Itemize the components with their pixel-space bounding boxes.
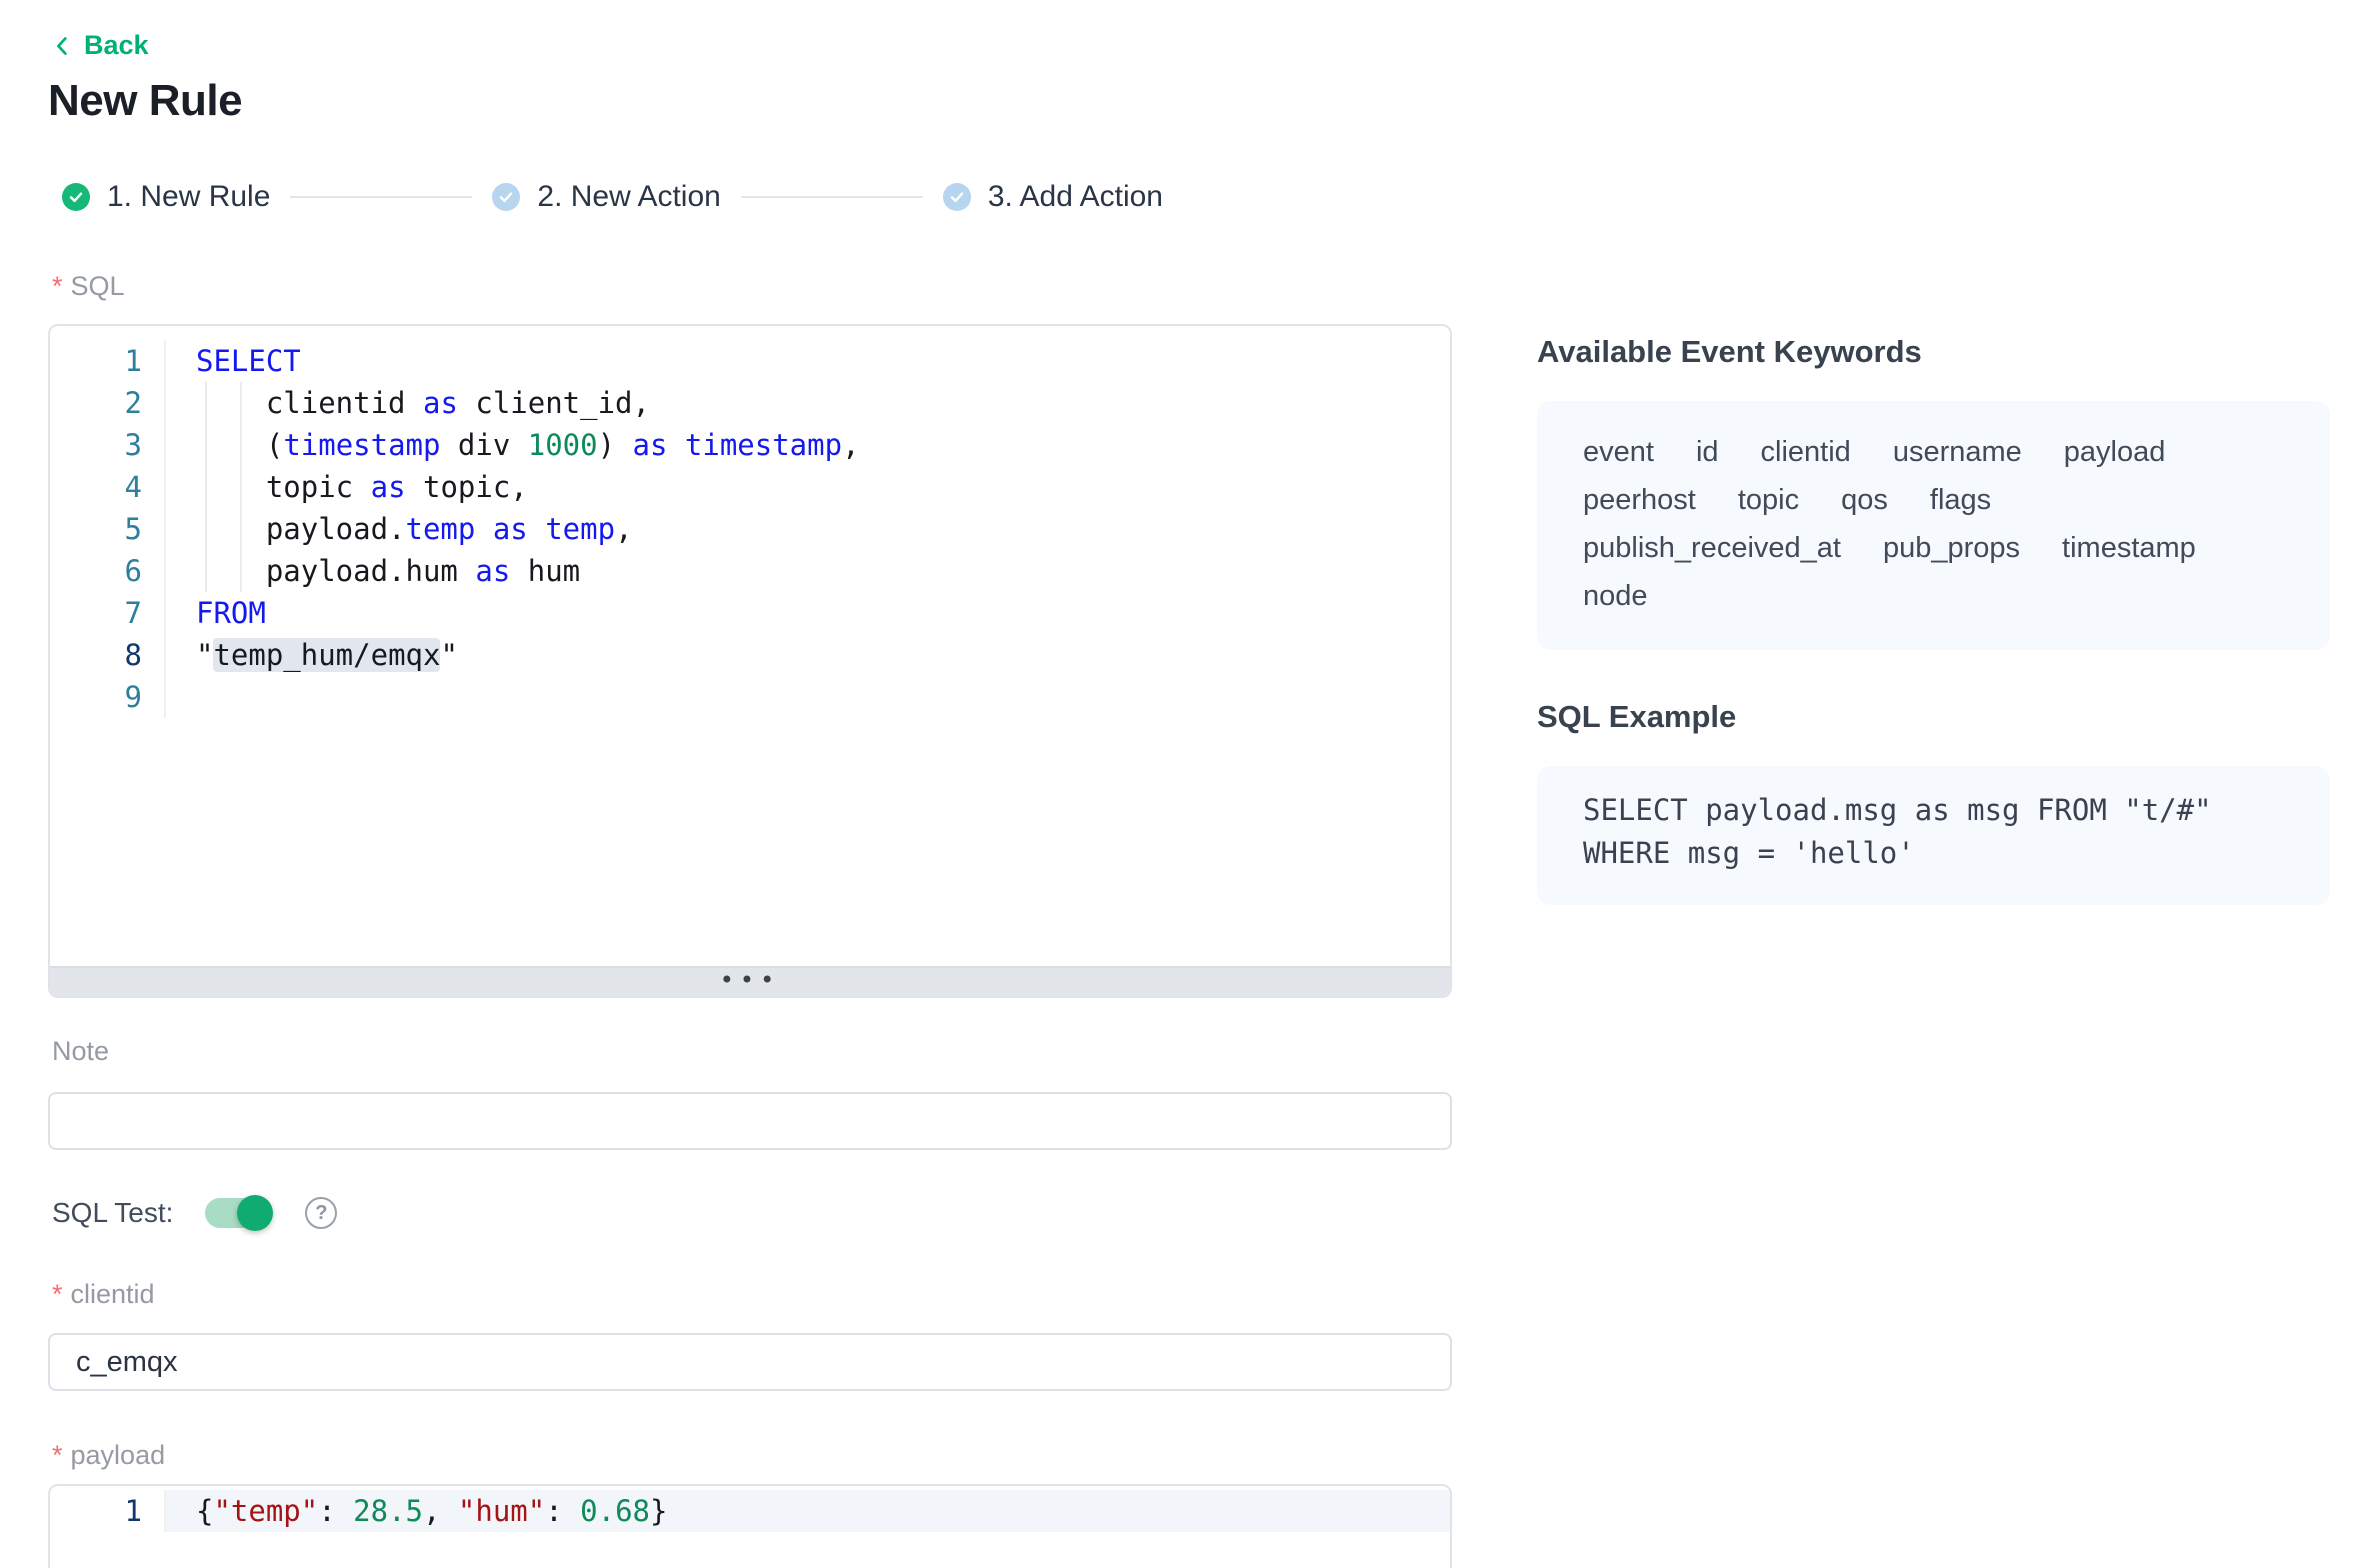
- stepper: 1. New Rule 2. New Action 3. Add Action: [62, 180, 1163, 214]
- indent-guide: [205, 382, 207, 592]
- payload-editor[interactable]: 1{"temp": 28.5, "hum": 0.68}: [48, 1484, 1452, 1568]
- code-line[interactable]: 8"temp_hum/emqx": [50, 634, 1450, 676]
- toggle-knob: [237, 1195, 273, 1231]
- event-keyword: flags: [1930, 476, 1991, 524]
- step-new-rule[interactable]: 1. New Rule: [62, 180, 270, 214]
- step-label: 2. New Action: [537, 180, 720, 214]
- required-asterisk: *: [52, 271, 63, 301]
- sql-example-heading: SQL Example: [1537, 699, 1736, 735]
- sql-test-label: SQL Test:: [52, 1197, 173, 1229]
- code-line[interactable]: 9: [50, 676, 1450, 718]
- clientid-input[interactable]: [48, 1333, 1452, 1391]
- keywords-heading: Available Event Keywords: [1537, 334, 1922, 370]
- event-keyword: topic: [1738, 476, 1799, 524]
- step-connector: [290, 196, 472, 198]
- sql-example-line: WHERE msg = 'hello': [1583, 832, 2290, 875]
- sql-test-toggle[interactable]: [205, 1198, 271, 1228]
- event-keywords-box: eventid clientid username payload peerhost to…: [1537, 401, 2330, 650]
- code-line[interactable]: 1{"temp": 28.5, "hum": 0.68}: [50, 1490, 1450, 1532]
- code-line[interactable]: 4 topic as topic,: [50, 466, 1450, 508]
- code-line[interactable]: 3 (timestamp div 1000) as timestamp,: [50, 424, 1450, 466]
- line-number: 1: [50, 1490, 166, 1532]
- line-number: 9: [50, 676, 166, 718]
- payload-field-label: *payload: [52, 1440, 165, 1471]
- event-keyword: timestamp: [2062, 524, 2196, 572]
- back-link[interactable]: Back: [50, 30, 149, 61]
- required-asterisk: *: [52, 1440, 63, 1470]
- step-label: 1. New Rule: [107, 180, 270, 214]
- back-label: Back: [84, 30, 149, 61]
- event-keyword: event: [1583, 428, 1654, 476]
- event-keyword: payload: [2064, 428, 2166, 476]
- event-keyword: node: [1583, 572, 1648, 620]
- note-field-label: Note: [52, 1036, 109, 1067]
- check-circle-icon: [943, 183, 971, 211]
- line-number: 4: [50, 466, 166, 508]
- new-rule-page: Back New Rule 1. New Rule 2. New Action: [0, 0, 2356, 1568]
- sql-field-label: *SQL: [52, 271, 125, 302]
- line-number: 2: [50, 382, 166, 424]
- note-input[interactable]: [48, 1092, 1452, 1150]
- page-title: New Rule: [48, 76, 242, 126]
- code-line[interactable]: 5 payload.temp as temp,: [50, 508, 1450, 550]
- line-number: 5: [50, 508, 166, 550]
- step-new-action[interactable]: 2. New Action: [492, 180, 720, 214]
- keyword-row: eventid clientid username payload: [1583, 428, 2290, 476]
- sql-test-row: SQL Test: ?: [52, 1190, 337, 1236]
- line-number: 6: [50, 550, 166, 592]
- indent-guide: [240, 382, 242, 592]
- event-keyword: pub_props: [1883, 524, 2020, 572]
- editor-resize-handle[interactable]: •••: [50, 966, 1450, 996]
- step-add-action[interactable]: 3. Add Action: [943, 180, 1163, 214]
- keyword-row: node: [1583, 572, 2290, 620]
- code-line[interactable]: 1SELECT: [50, 340, 1450, 382]
- line-number: 8: [50, 634, 166, 676]
- check-circle-icon: [492, 183, 520, 211]
- line-number: 7: [50, 592, 166, 634]
- code-line[interactable]: 2 clientid as client_id,: [50, 382, 1450, 424]
- event-keyword: username: [1893, 428, 2022, 476]
- step-connector: [741, 196, 923, 198]
- step-label: 3. Add Action: [988, 180, 1163, 214]
- event-keyword: id: [1696, 428, 1719, 476]
- chevron-left-icon: [50, 34, 74, 58]
- event-keyword: peerhost: [1583, 476, 1696, 524]
- sql-example-box: SELECT payload.msg as msg FROM "t/#"WHER…: [1537, 766, 2330, 905]
- code-line[interactable]: 7FROM: [50, 592, 1450, 634]
- resize-dots-icon: •••: [720, 967, 780, 993]
- sql-code-area[interactable]: 1SELECT2 clientid as client_id,3 (timest…: [50, 326, 1450, 966]
- sql-example-line: SELECT payload.msg as msg FROM "t/#": [1583, 789, 2290, 832]
- sql-editor[interactable]: 1SELECT2 clientid as client_id,3 (timest…: [48, 324, 1452, 998]
- required-asterisk: *: [52, 1279, 63, 1309]
- line-number: 3: [50, 424, 166, 466]
- check-circle-icon: [62, 183, 90, 211]
- keyword-row: publish_received_at pub_props timestamp: [1583, 524, 2290, 572]
- code-line[interactable]: 6 payload.hum as hum: [50, 550, 1450, 592]
- clientid-field-label: *clientid: [52, 1279, 155, 1310]
- event-keyword: clientid: [1761, 428, 1851, 476]
- event-keyword: qos: [1841, 476, 1888, 524]
- keyword-row: peerhost topic qos flags: [1583, 476, 2290, 524]
- event-keyword: publish_received_at: [1583, 524, 1841, 572]
- question-circle-icon[interactable]: ?: [305, 1197, 337, 1229]
- line-number: 1: [50, 340, 166, 382]
